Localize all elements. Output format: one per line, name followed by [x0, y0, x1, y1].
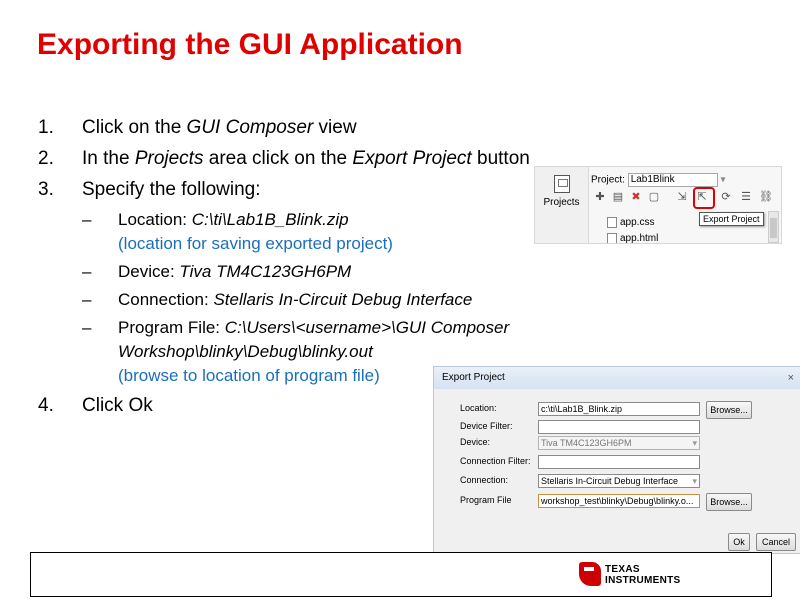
program-file-input[interactable]: workshop_test\blinky\Debug\blinky.o...	[538, 494, 700, 508]
sub-value: Workshop\blinky\Debug\blinky.out	[118, 342, 373, 361]
dialog-titlebar: Export Project ×	[434, 367, 800, 389]
sub-value: Stellaris In-Circuit Debug Interface	[213, 290, 473, 309]
file-icon	[607, 217, 617, 228]
slide-footer: TEXAS INSTRUMENTS	[30, 552, 772, 597]
field-label: Location:	[460, 403, 497, 413]
step-text: view	[313, 117, 357, 138]
sub-label: Program File:	[118, 318, 225, 337]
step-number: 1.	[38, 117, 54, 138]
step-emphasis: GUI Composer	[186, 117, 314, 138]
ok-button[interactable]: Ok	[728, 533, 750, 551]
link-icon[interactable]: ⛓	[759, 191, 773, 203]
location-browse-button[interactable]: Browse...	[706, 401, 752, 419]
dash-bullet: –	[82, 262, 92, 281]
project-label: Project:	[591, 174, 625, 186]
program-file-browse-button[interactable]: Browse...	[706, 493, 752, 511]
texas-instruments-logo: TEXAS INSTRUMENTS	[579, 562, 699, 588]
export-project-dialog: Export Project × Location: c:\ti\Lab1B_B…	[433, 366, 800, 554]
file-name: app.css	[620, 217, 655, 229]
logo-line-2: INSTRUMENTS	[605, 575, 681, 586]
field-label: Connection:	[460, 475, 509, 485]
step-text: Click Ok	[82, 395, 153, 416]
import-icon[interactable]: ⇲	[675, 191, 689, 203]
dash-bullet: –	[82, 210, 92, 229]
step-3: 3. Specify the following:	[38, 174, 598, 205]
file-name: app.html	[620, 233, 659, 244]
field-label: Connection Filter:	[460, 456, 531, 466]
file-item[interactable]: app.css	[607, 217, 654, 228]
step-number: 2.	[38, 148, 54, 169]
sub-label: Device:	[118, 262, 180, 281]
projects-icon	[553, 175, 570, 193]
step-1: 1. Click on the GUI Composer view	[38, 112, 598, 143]
step-number: 4.	[38, 395, 54, 416]
logo-text: TEXAS INSTRUMENTS	[605, 564, 681, 586]
step-emphasis: Projects	[134, 148, 204, 169]
chevron-down-icon[interactable]: ▾	[720, 175, 725, 186]
vertical-scrollbar[interactable]	[768, 211, 779, 243]
step-2: 2. In the Projects area click on the Exp…	[38, 143, 598, 174]
refresh-icon[interactable]: ⟳	[719, 191, 733, 203]
dialog-title: Export Project	[442, 372, 505, 383]
dash-bullet: –	[82, 290, 92, 309]
slide-title: Exporting the GUI Application	[37, 28, 463, 61]
device-filter-input[interactable]	[538, 420, 700, 434]
open-icon[interactable]: ▤	[611, 191, 625, 203]
sub-value: C:\ti\Lab1B_Blink.zip	[191, 210, 349, 229]
step-text: Click on the	[82, 117, 187, 138]
sub-label: Connection:	[118, 290, 214, 309]
step-text: area click on the	[203, 148, 353, 169]
ti-logo-icon	[579, 562, 601, 586]
sub-label: Location:	[118, 210, 192, 229]
project-select[interactable]: Lab1Blink	[627, 173, 718, 187]
projects-tab[interactable]: Projects	[535, 167, 589, 243]
sub-note: (location for saving exported project)	[118, 234, 393, 253]
sub-item-location: – Location: C:\ti\Lab1B_Blink.zip (locat…	[38, 208, 598, 256]
step-emphasis: Export Project	[352, 148, 472, 169]
field-label: Device Filter:	[460, 421, 513, 431]
file-item[interactable]: app.html	[607, 233, 659, 244]
logo-line-1: TEXAS	[605, 564, 640, 575]
connection-filter-input[interactable]	[538, 455, 700, 469]
sub-value: C:\Users\<username>\GUI Composer	[224, 318, 510, 337]
export-highlight-ring	[693, 187, 715, 209]
step-text: button	[471, 148, 530, 169]
dash-bullet: –	[82, 318, 92, 337]
cancel-button[interactable]: Cancel	[756, 533, 796, 551]
location-input[interactable]: c:\ti\Lab1B_Blink.zip	[538, 402, 700, 416]
sub-item-connection: – Connection: Stellaris In-Circuit Debug…	[38, 288, 598, 312]
close-icon[interactable]: ×	[788, 367, 794, 389]
project-selector-row: Project: Lab1Blink ▾	[591, 173, 726, 187]
properties-icon[interactable]: ☰	[739, 191, 753, 203]
field-label: Device:	[460, 437, 491, 447]
sub-item-device: – Device: Tiva TM4C123GH6PM	[38, 260, 598, 284]
delete-icon[interactable]: ✖	[629, 191, 643, 203]
step-number: 3.	[38, 179, 54, 200]
step-text: In the	[82, 148, 135, 169]
sub-note: (browse to location of program file)	[118, 366, 380, 385]
new-file-icon[interactable]: ✚	[593, 191, 607, 203]
file-icon	[607, 233, 617, 243]
export-project-tooltip: Export Project	[699, 212, 764, 226]
device-select[interactable]: Tiva TM4C123GH6PM	[538, 436, 700, 450]
projects-panel-screenshot: Projects Project: Lab1Blink ▾ ✚ ▤ ✖ ▢ ⇲ …	[534, 166, 782, 244]
field-label: Program File	[460, 495, 512, 505]
projects-tab-label: Projects	[543, 197, 580, 208]
step-text: Specify the following:	[82, 179, 261, 200]
copy-icon[interactable]: ▢	[647, 191, 661, 203]
connection-select[interactable]: Stellaris In-Circuit Debug Interface	[538, 474, 700, 488]
sub-value: Tiva TM4C123GH6PM	[179, 262, 352, 281]
